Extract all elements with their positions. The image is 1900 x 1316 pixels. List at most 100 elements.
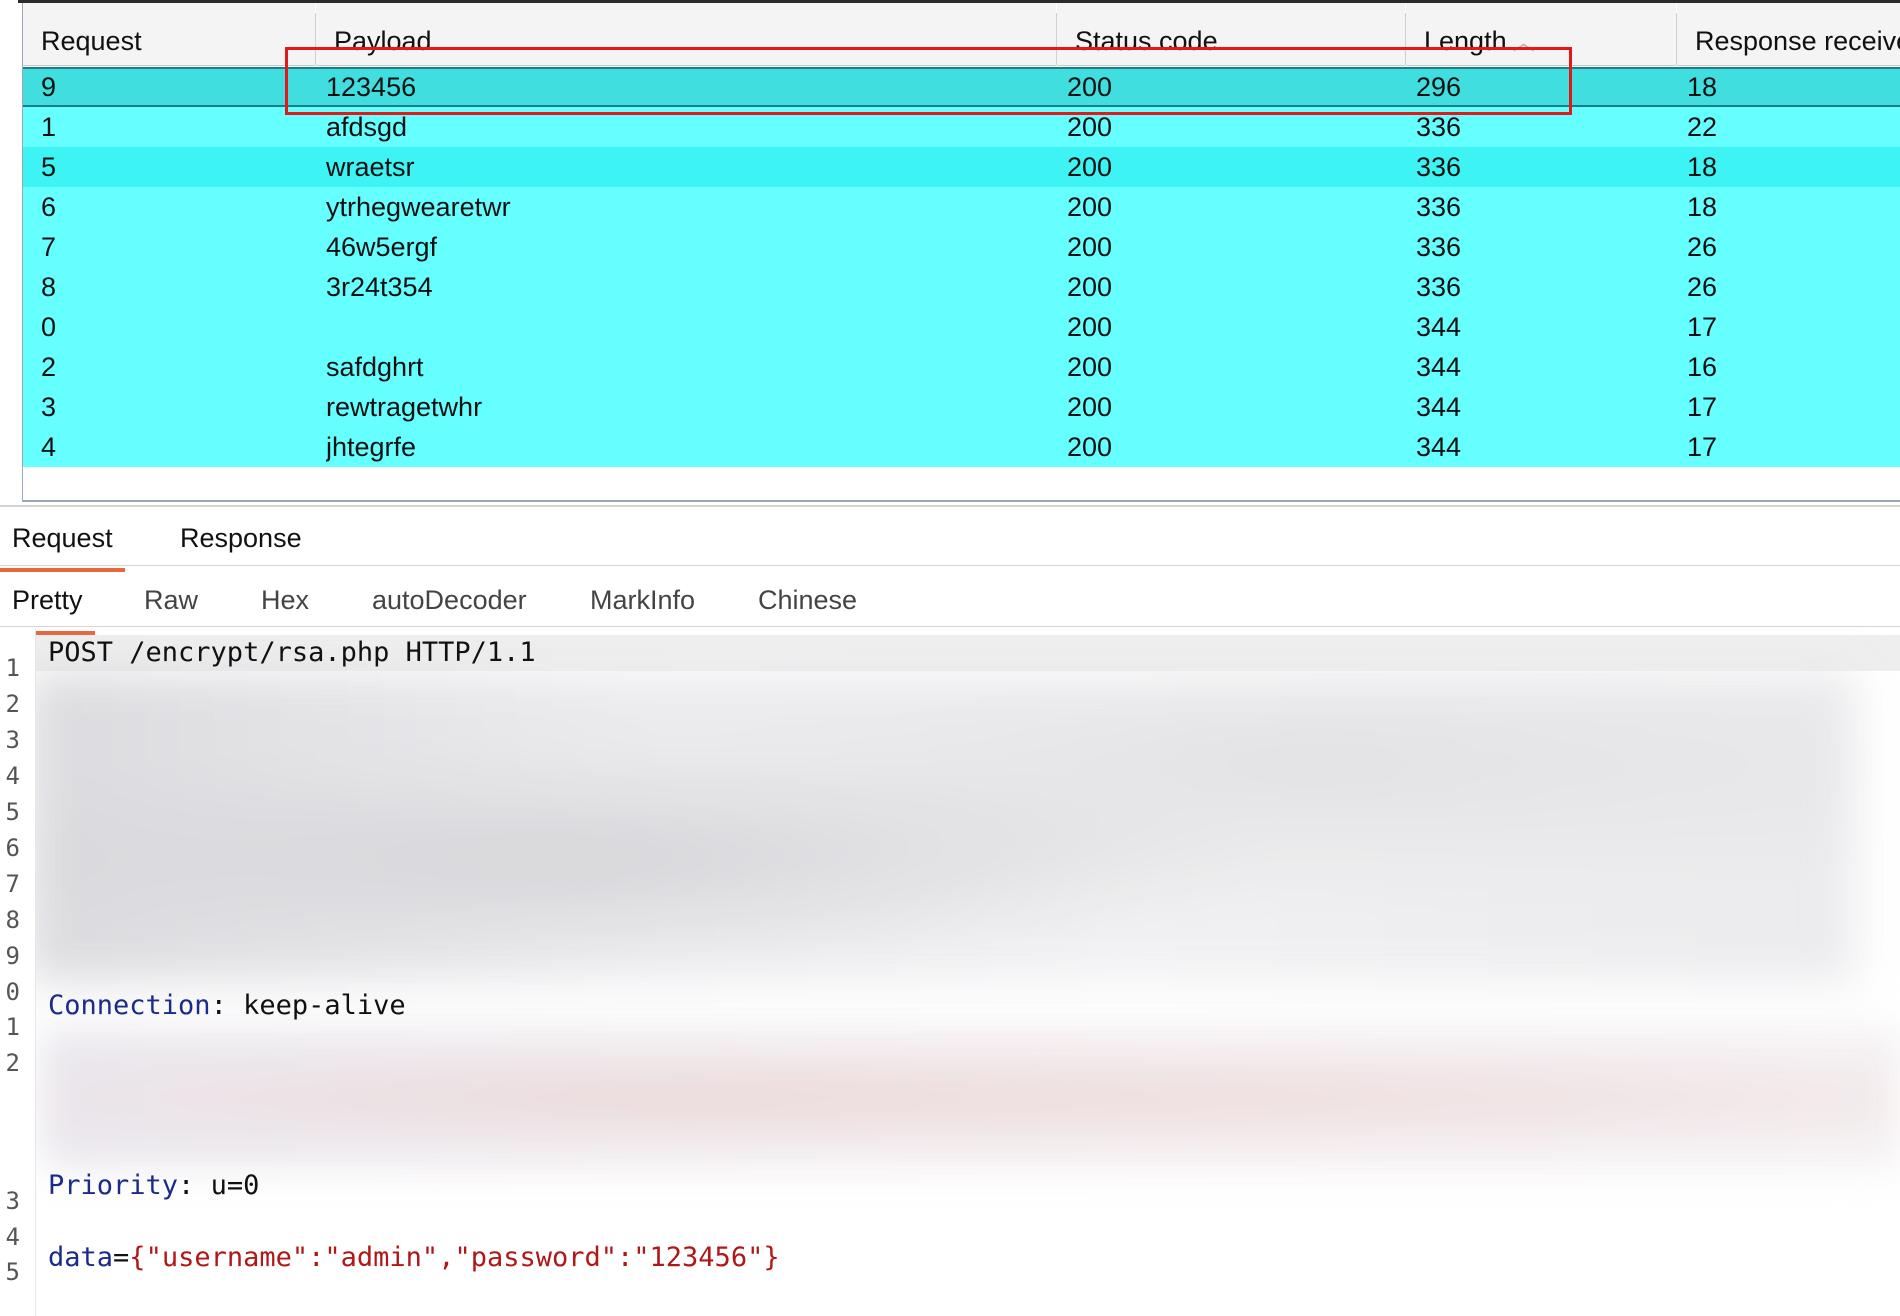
cell-request: 9 <box>41 72 57 102</box>
line-number: 6 <box>5 834 20 862</box>
cell-length: 344 <box>1416 392 1462 422</box>
cell-status-code: 200 <box>1067 352 1113 382</box>
cell-request: 0 <box>41 312 57 342</box>
request-editor[interactable]: 1 2 3 4 5 6 7 8 9 0 1 2 3 4 5 POST /encr… <box>0 628 1900 1316</box>
line-number: 3 <box>5 1187 20 1215</box>
json-close-brace: } <box>763 1242 780 1273</box>
header-value: keep-alive <box>243 990 406 1021</box>
cell-payload: wraetsr <box>326 152 415 182</box>
cell-response-received: 17 <box>1687 312 1718 342</box>
cell-payload: 3r24t354 <box>326 272 433 302</box>
cell-length: 336 <box>1416 152 1462 182</box>
table-row[interactable]: 6 ytrhegwearetwr 200 336 18 <box>23 187 1900 227</box>
table-row[interactable]: 8 3r24t354 200 336 26 <box>23 267 1900 307</box>
body-equals: = <box>113 1242 130 1273</box>
line-number: 4 <box>5 1223 20 1251</box>
cell-request: 7 <box>41 232 57 262</box>
json-value-password: "123456" <box>633 1242 764 1273</box>
cell-response-received: 18 <box>1687 192 1718 222</box>
table-row[interactable]: 7 46w5ergf 200 336 26 <box>23 227 1900 267</box>
json-key-username: "username" <box>145 1242 309 1273</box>
column-header-response-received[interactable]: Response received <box>1677 3 1900 66</box>
header-name: Connection <box>48 990 211 1021</box>
redacted-headers-blur <box>28 671 1856 983</box>
panel-divider[interactable] <box>0 505 1900 507</box>
cell-length: 336 <box>1416 272 1462 302</box>
subtab-chinese[interactable]: Chinese <box>746 580 869 620</box>
subtab-hex[interactable]: Hex <box>249 580 321 620</box>
header-name: Priority <box>48 1170 179 1201</box>
request-line[interactable]: POST /encrypt/rsa.php HTTP/1.1 <box>48 635 536 671</box>
json-comma: , <box>438 1242 455 1273</box>
column-header-request[interactable]: Request <box>23 3 315 66</box>
cell-response-received: 17 <box>1687 392 1718 422</box>
tab-request[interactable]: Request <box>0 518 125 572</box>
json-colon: : <box>308 1242 325 1273</box>
cell-status-code: 200 <box>1067 272 1113 302</box>
line-number: 5 <box>5 798 20 826</box>
header-separator: : <box>178 1170 211 1201</box>
line-number: 1 <box>5 654 20 682</box>
line-number: 8 <box>5 906 20 934</box>
tabs-divider <box>0 565 1900 566</box>
line-number: 9 <box>5 942 20 970</box>
table-row[interactable]: 2 safdghrt 200 344 16 <box>23 347 1900 387</box>
cell-request: 5 <box>41 152 57 182</box>
cell-status-code: 200 <box>1067 392 1113 422</box>
header-priority[interactable]: Priority: u=0 <box>48 1168 259 1204</box>
subtab-markinfo[interactable]: MarkInfo <box>578 580 707 620</box>
cell-request: 8 <box>41 272 57 302</box>
cell-request: 3 <box>41 392 57 422</box>
cell-length: 336 <box>1416 232 1462 262</box>
cell-response-received: 22 <box>1687 112 1718 142</box>
cell-payload: rewtragetwhr <box>326 392 483 422</box>
cell-length: 344 <box>1416 312 1462 342</box>
cell-payload: ytrhegwearetwr <box>326 192 511 222</box>
cell-request: 4 <box>41 432 57 462</box>
redacted-cookie-blur <box>40 1028 1900 1168</box>
table-row[interactable]: 5 wraetsr 200 336 18 <box>23 147 1900 187</box>
tab-response[interactable]: Response <box>168 518 314 558</box>
line-number: 0 <box>5 978 20 1006</box>
json-key-password: "password" <box>454 1242 618 1273</box>
table-row[interactable]: 4 jhtegrfe 200 344 17 <box>23 427 1900 467</box>
red-annotation-box <box>285 47 1572 115</box>
cell-request: 6 <box>41 192 57 222</box>
cell-length: 336 <box>1416 192 1462 222</box>
cell-status-code: 200 <box>1067 312 1113 342</box>
line-number: 2 <box>5 690 20 718</box>
subtab-raw[interactable]: Raw <box>132 580 210 620</box>
cell-status-code: 200 <box>1067 192 1113 222</box>
json-open-brace: { <box>129 1242 146 1273</box>
header-connection[interactable]: Connection: keep-alive <box>48 988 406 1024</box>
cell-response-received: 18 <box>1687 152 1718 182</box>
results-table-panel: Request Payload Status code Length ︿ Resp… <box>0 0 1900 505</box>
cell-payload: jhtegrfe <box>326 432 417 462</box>
cell-length: 344 <box>1416 352 1462 382</box>
cell-request: 2 <box>41 352 57 382</box>
request-body[interactable]: data={"username":"admin","password":"123… <box>48 1240 780 1276</box>
line-number: 1 <box>5 1013 20 1041</box>
cell-payload: 46w5ergf <box>326 232 438 262</box>
cell-response-received: 16 <box>1687 352 1718 382</box>
cell-status-code: 200 <box>1067 152 1113 182</box>
header-separator: : <box>210 990 244 1021</box>
cell-response-received: 26 <box>1687 232 1718 262</box>
cell-response-received: 26 <box>1687 272 1718 302</box>
subtab-pretty[interactable]: Pretty <box>0 580 95 635</box>
line-number: 2 <box>5 1049 20 1077</box>
line-number: 5 <box>5 1258 20 1286</box>
cell-payload: safdghrt <box>326 352 424 382</box>
line-number: 4 <box>5 762 20 790</box>
cell-response-received: 17 <box>1687 432 1718 462</box>
line-number: 3 <box>5 726 20 754</box>
cell-status-code: 200 <box>1067 232 1113 262</box>
header-value: u=0 <box>210 1170 260 1201</box>
cell-response-received: 18 <box>1687 72 1718 102</box>
cell-status-code: 200 <box>1067 432 1113 462</box>
body-param-name: data <box>48 1242 114 1273</box>
table-row[interactable]: 0 200 344 17 <box>23 307 1900 347</box>
json-value-username: "admin" <box>324 1242 439 1273</box>
table-row[interactable]: 3 rewtragetwhr 200 344 17 <box>23 387 1900 427</box>
subtab-autodecoder[interactable]: autoDecoder <box>360 580 539 620</box>
